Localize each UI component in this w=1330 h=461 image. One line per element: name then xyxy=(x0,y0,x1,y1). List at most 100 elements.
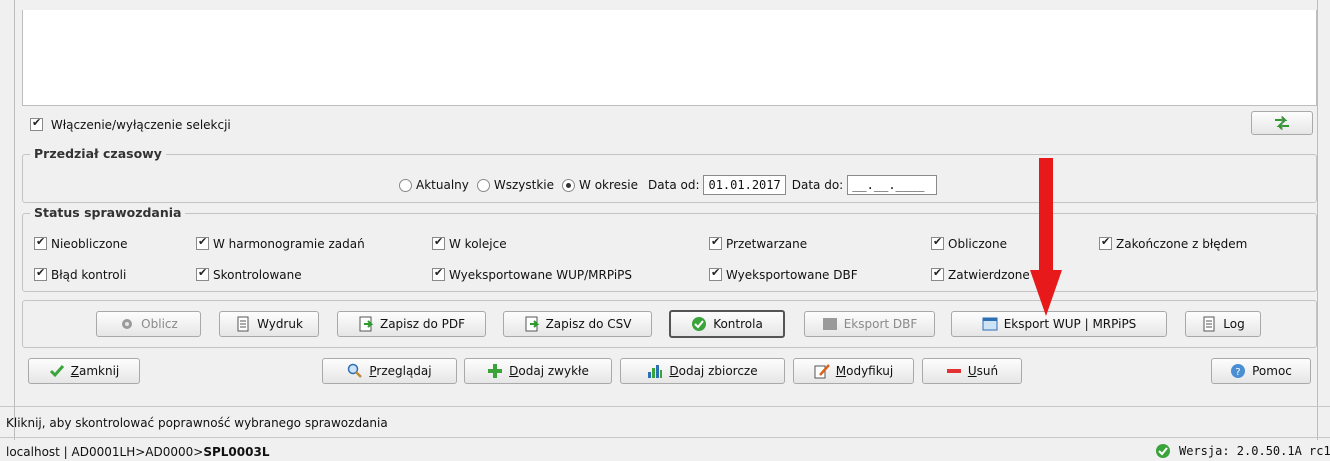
log-button[interactable]: Log xyxy=(1185,311,1261,337)
checkbox[interactable] xyxy=(709,266,722,281)
zapisz-csv-button[interactable]: Zapisz do CSV xyxy=(503,311,652,337)
status-label: Przetwarzane xyxy=(726,236,808,251)
status-label: Błąd kontroli xyxy=(51,267,127,282)
radio-wszystkie-label: Wszystkie xyxy=(493,178,555,192)
radio-wszystkie[interactable] xyxy=(476,178,490,192)
document-icon xyxy=(237,316,249,332)
transfer-arrows-icon xyxy=(1275,116,1289,130)
zamknij-button[interactable]: Zamknij xyxy=(28,358,140,384)
selection-list[interactable] xyxy=(22,10,1317,106)
hint-text: Kliknij, aby skontrolować poprawność wyb… xyxy=(6,416,388,430)
przegladaj-rest: rzeglądaj xyxy=(376,364,432,378)
status-wyeksportowane-wup[interactable]: Wyeksportowane WUP/MRPiPS xyxy=(432,266,633,282)
date-to-input[interactable]: __.__.____ xyxy=(847,175,938,195)
radio-w-okresie[interactable] xyxy=(562,178,576,192)
oblicz-button[interactable]: Oblicz xyxy=(96,311,201,337)
dodaj-zbiorcze-rest: odaj zbiorcze xyxy=(678,364,758,378)
modyfikuj-label: Modyfikuj xyxy=(836,364,894,378)
status-label: Wyeksportowane WUP/MRPiPS xyxy=(449,267,633,282)
document-icon xyxy=(1203,316,1215,332)
edit-icon xyxy=(814,364,830,379)
checkbox[interactable] xyxy=(931,266,944,281)
status-title: Status sprawozdania xyxy=(30,205,186,220)
usun-mnemonic: U xyxy=(967,364,977,378)
status-label: W harmonogramie zadań xyxy=(213,236,365,251)
time-range-title: Przedział czasowy xyxy=(30,146,166,161)
log-label: Log xyxy=(1223,317,1245,331)
kontrola-label: Kontrola xyxy=(713,317,763,331)
status-harmonogram[interactable]: W harmonogramie zadań xyxy=(196,235,365,251)
checkbox[interactable] xyxy=(709,235,722,250)
dodaj-zbiorcze-button[interactable]: Dodaj zbiorcze xyxy=(620,358,785,384)
eksport-dbf-button[interactable]: Eksport DBF xyxy=(804,311,935,337)
time-range-controls: Aktualny Wszystkie W okresie Data od: 01… xyxy=(399,175,938,195)
checkbox[interactable] xyxy=(34,266,47,281)
modyfikuj-button[interactable]: Modyfikuj xyxy=(793,358,914,384)
selection-toggle[interactable]: Włączenie/wyłączenie selekcji xyxy=(30,116,231,132)
status-blad-kontroli[interactable]: Błąd kontroli xyxy=(34,266,127,282)
wydruk-button[interactable]: Wydruk xyxy=(219,311,319,337)
status-label: Zatwierdzone xyxy=(948,267,1030,282)
bar-chart-icon xyxy=(648,365,663,378)
dodaj-zwykle-label: Dodaj zwykłe xyxy=(509,364,589,378)
checkbox[interactable] xyxy=(432,266,445,281)
date-from-label: Data od: xyxy=(648,178,700,192)
pomoc-label: Pomoc xyxy=(1252,364,1292,378)
radio-aktualny-label: Aktualny xyxy=(416,178,469,192)
help-icon: ? xyxy=(1231,364,1246,378)
connection-info: localhost | AD0001LH>AD0000>SPL0003L xyxy=(6,445,1330,459)
status-obliczone[interactable]: Obliczone xyxy=(931,235,1007,251)
modyfikuj-rest: odyfikuj xyxy=(846,364,894,378)
status-label: Nieobliczone xyxy=(51,236,128,251)
statusbar-separator xyxy=(0,437,1330,438)
status-skontrolowane[interactable]: Skontrolowane xyxy=(196,266,302,282)
table-export-icon xyxy=(982,317,998,331)
check-circle-icon xyxy=(1156,444,1170,458)
checkbox[interactable] xyxy=(196,235,209,250)
svg-text:?: ? xyxy=(1235,367,1240,378)
modyfikuj-mnemonic: M xyxy=(835,364,847,378)
status-label: Wyeksportowane DBF xyxy=(726,267,858,282)
save-csv-icon xyxy=(525,316,539,332)
dodaj-zbiorcze-mnemonic: D xyxy=(669,364,679,378)
magnifier-icon xyxy=(348,363,363,378)
version-text: Wersja: 2.0.50.1A rc1 xyxy=(1179,444,1330,458)
plus-icon xyxy=(488,364,503,378)
status-zakonczone-z-bledem[interactable]: Zakończone z błędem xyxy=(1099,235,1248,251)
radio-aktualny[interactable] xyxy=(399,178,412,192)
checkbox[interactable] xyxy=(196,266,209,281)
date-to-label: Data do: xyxy=(791,178,844,192)
statusbar-separator xyxy=(0,406,1330,407)
przegladaj-button[interactable]: Przeglądaj xyxy=(322,358,457,384)
status-label: Obliczone xyxy=(948,236,1007,251)
zamknij-rest: amknij xyxy=(78,364,120,378)
checkbox[interactable] xyxy=(931,235,944,250)
transfer-button[interactable] xyxy=(1251,111,1313,135)
wydruk-label: Wydruk xyxy=(257,317,303,331)
zapisz-pdf-button[interactable]: Zapisz do PDF xyxy=(337,311,486,337)
date-from-input[interactable]: 01.01.2017 xyxy=(703,175,786,195)
status-kolejka[interactable]: W kolejce xyxy=(432,235,507,251)
selection-checkbox[interactable] xyxy=(30,116,43,131)
gear-icon xyxy=(122,319,133,329)
checkbox[interactable] xyxy=(432,235,445,250)
checkbox[interactable] xyxy=(34,235,47,250)
status-przetwarzane[interactable]: Przetwarzane xyxy=(709,235,808,251)
annotation-arrow-icon xyxy=(1030,158,1062,316)
connection-prefix: localhost | AD0001LH>AD0000> xyxy=(6,445,204,459)
dodaj-zwykle-button[interactable]: Dodaj zwykłe xyxy=(464,358,612,384)
usun-button[interactable]: Usuń xyxy=(922,358,1022,384)
dodaj-zbiorcze-label: Dodaj zbiorcze xyxy=(669,364,757,378)
status-wyeksportowane-dbf[interactable]: Wyeksportowane DBF xyxy=(709,266,858,282)
pomoc-button[interactable]: ? Pomoc xyxy=(1211,358,1311,384)
checkbox[interactable] xyxy=(1099,235,1112,250)
check-circle-icon xyxy=(692,317,707,331)
zapisz-csv-label: Zapisz do CSV xyxy=(545,317,632,331)
status-label: Zakończone z błędem xyxy=(1116,236,1248,251)
status-nieobliczone[interactable]: Nieobliczone xyxy=(34,235,128,251)
status-zatwierdzone[interactable]: Zatwierdzone xyxy=(931,266,1030,282)
database-icon xyxy=(822,318,837,330)
connection-report: SPL0003L xyxy=(203,445,270,459)
checkmark-icon xyxy=(49,365,64,378)
kontrola-button[interactable]: Kontrola xyxy=(669,310,785,338)
